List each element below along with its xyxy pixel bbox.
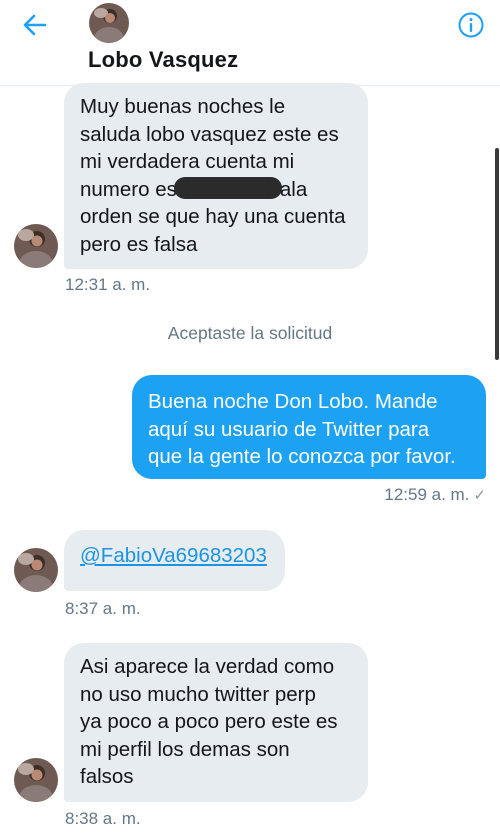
message-line: saluda lobo vasquez este es (80, 122, 339, 146)
message-line: que la gente lo conozca por favor. (148, 445, 456, 468)
system-message: Aceptaste la solicitud (167, 323, 333, 343)
message-line: aquí su usuario de Twitter para (148, 417, 430, 441)
back-button[interactable] (18, 10, 52, 40)
arrow-left-icon (23, 14, 47, 36)
sender-avatar[interactable] (14, 758, 58, 802)
message-text: ala (279, 177, 308, 201)
message-line: orden se que hay una cuenta (80, 205, 346, 228)
message-bubble-incoming[interactable]: Asi aparece la verdad como no uso mucho … (64, 643, 368, 802)
sender-avatar[interactable] (14, 548, 58, 592)
info-circle-icon (458, 12, 484, 38)
message-line: Buena noche Don Lobo. Mande (148, 390, 438, 413)
message-bubble-outgoing[interactable]: Buena noche Don Lobo. Mande aquí su usua… (132, 375, 486, 479)
conversation-header: Lobo Vasquez (0, 0, 500, 86)
sender-avatar[interactable] (14, 224, 58, 268)
contact-name[interactable]: Lobo Vasquez (88, 47, 238, 73)
contact-avatar[interactable] (89, 3, 129, 43)
sent-check-icon: ✓ (473, 487, 486, 504)
profile-link[interactable]: @FabioVa69683203 (80, 542, 269, 570)
message-line: pero es falsa (80, 232, 198, 256)
message-line: numero es ala (80, 176, 352, 204)
message-timestamp: 8:38 a. m. (65, 809, 141, 828)
message-timestamp: 8:37 a. m. (65, 599, 141, 618)
message-timestamp: 12:59 a. m. ✓ (384, 485, 486, 505)
message-line: ya poco a poco pero este es (80, 710, 338, 733)
message-line: falsos (80, 765, 134, 788)
message-line: Asi aparece la verdad como (80, 655, 335, 678)
timestamp-text: 12:59 a. m. (384, 485, 470, 504)
message-bubble-incoming[interactable]: @FabioVa69683203 (64, 530, 285, 591)
message-bubble-incoming[interactable]: Muy buenas noches le saluda lobo vasquez… (64, 83, 368, 269)
message-line: mi perfil los demas son (80, 737, 290, 761)
info-button[interactable] (457, 11, 485, 39)
message-line: mi verdadera cuenta mi (80, 150, 295, 173)
message-line: Muy buenas noches le (80, 95, 286, 118)
message-line: no uso mucho twitter perp (80, 682, 316, 706)
message-text: numero es (80, 177, 177, 201)
message-timestamp: 12:31 a. m. (65, 275, 151, 294)
redacted-number (173, 176, 282, 199)
